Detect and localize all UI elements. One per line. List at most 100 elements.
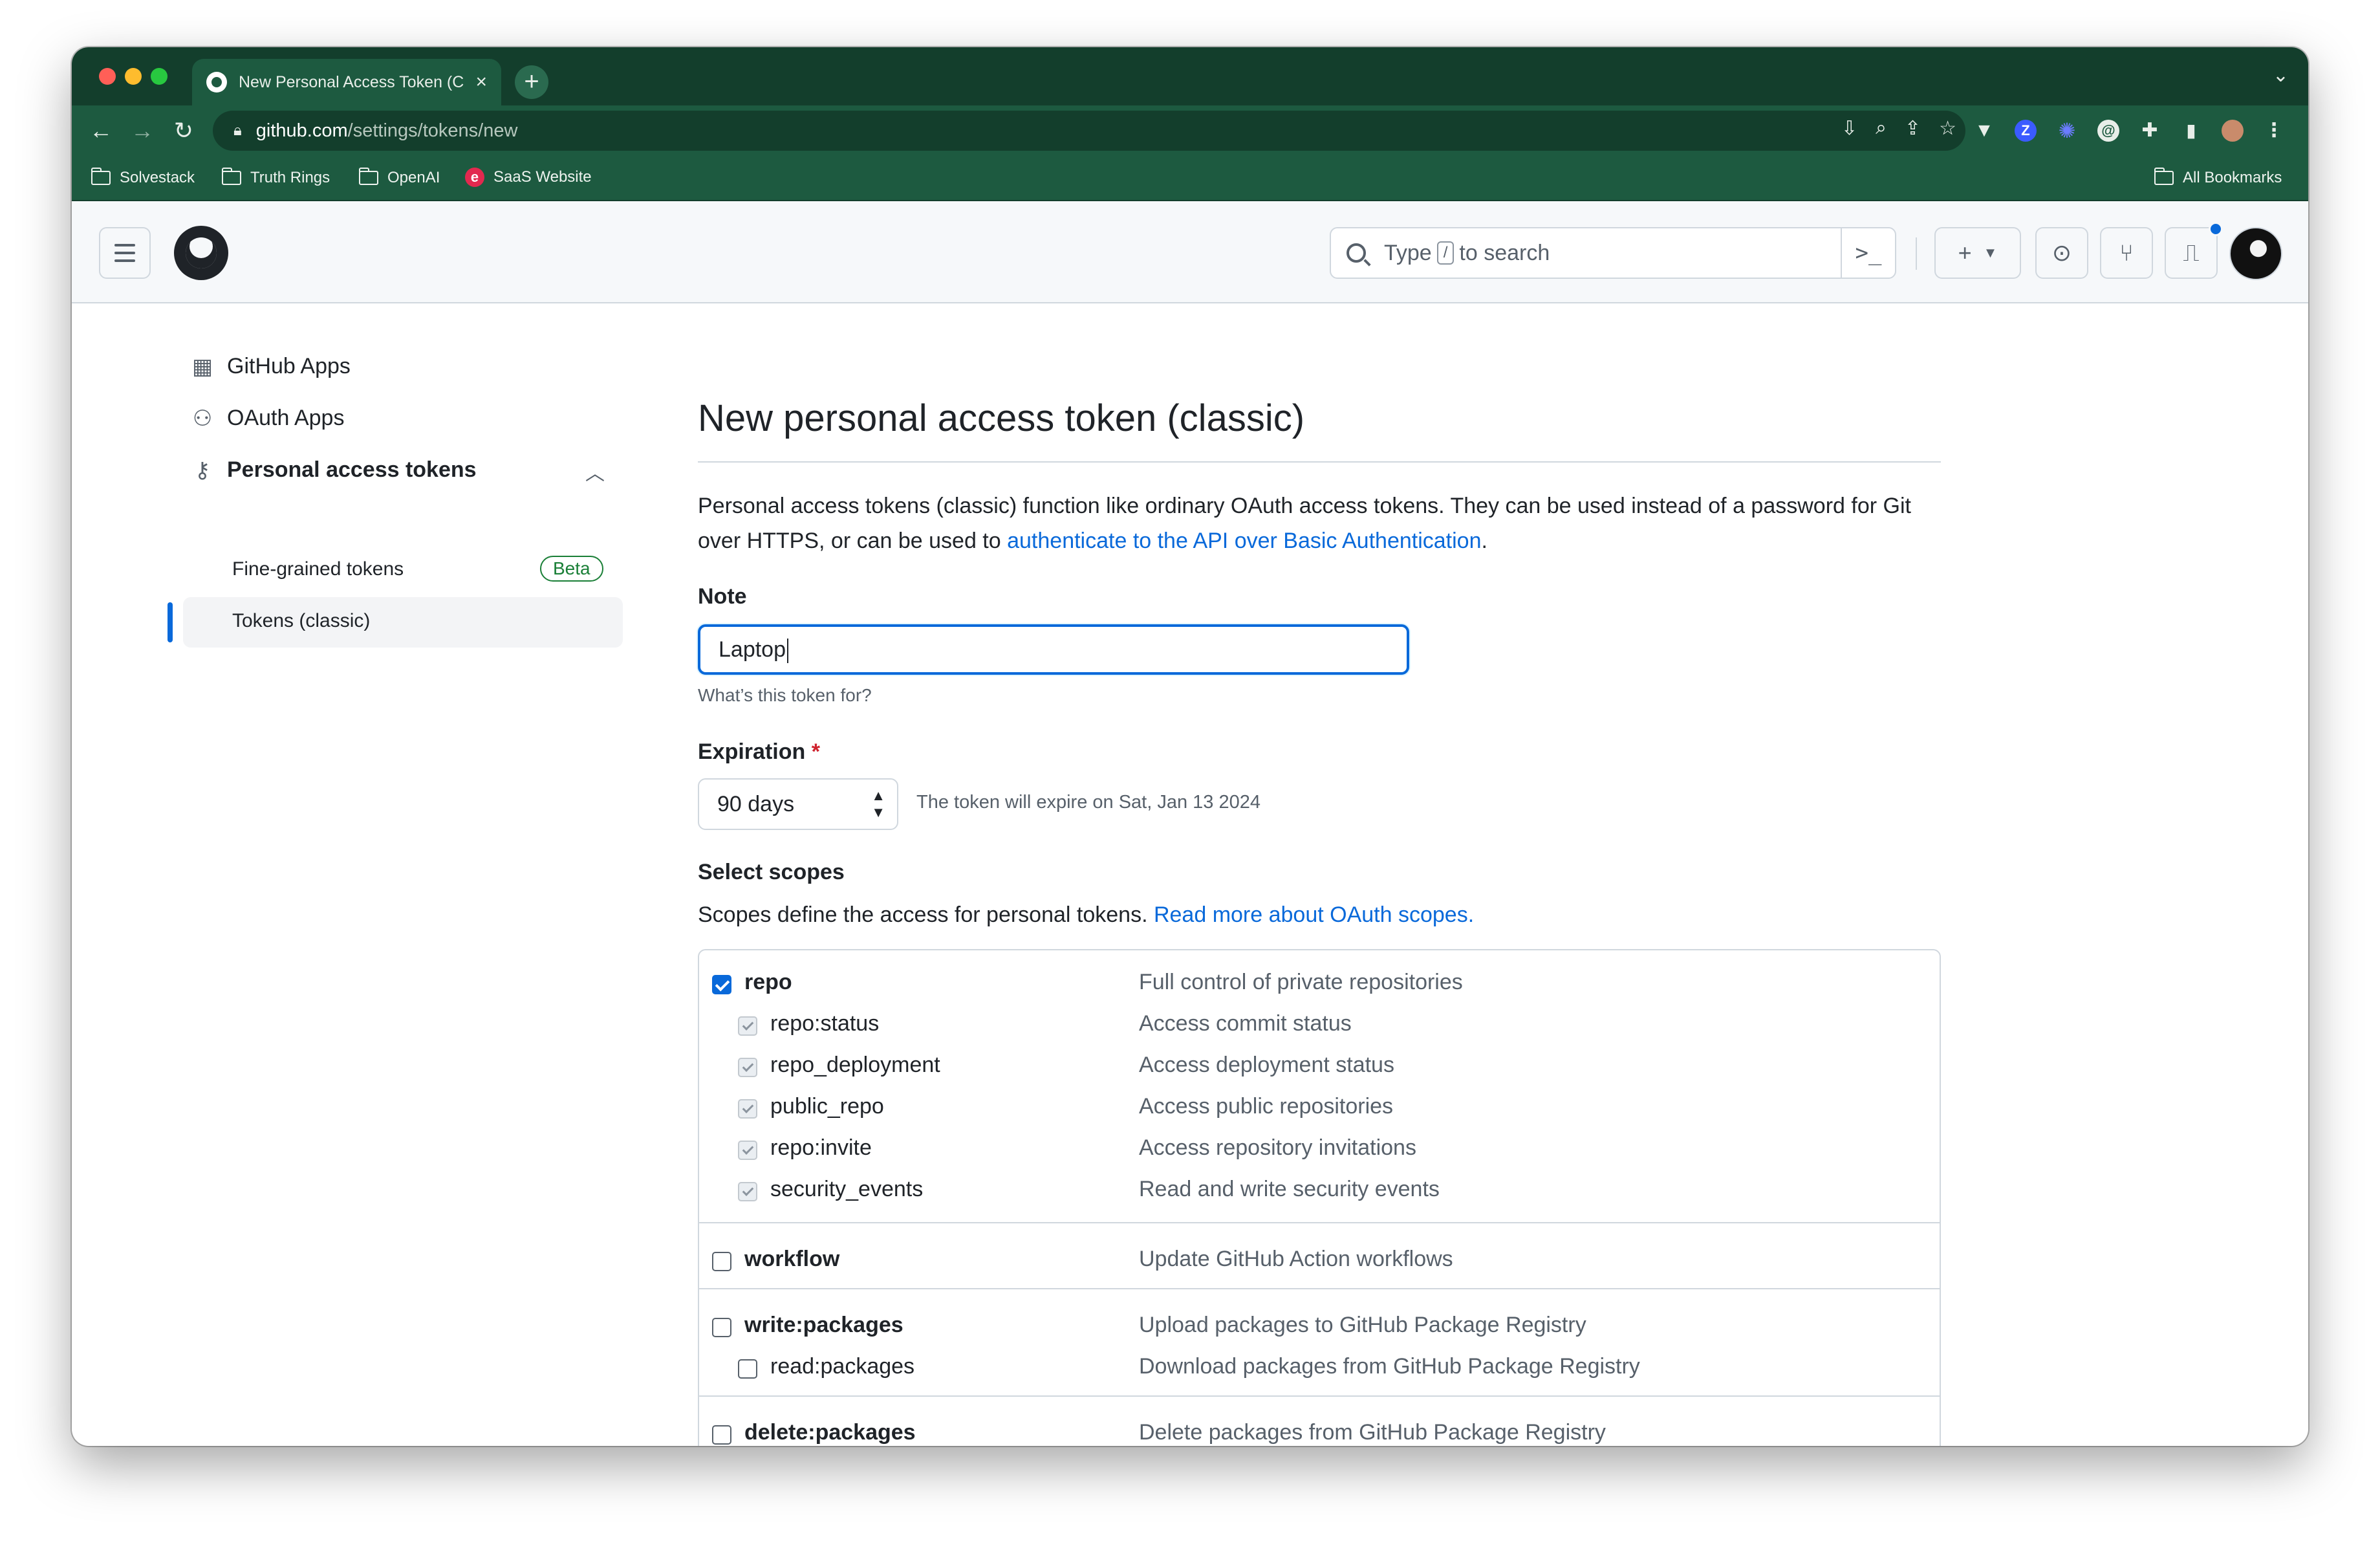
- sidepanel-icon[interactable]: ▮: [2180, 120, 2202, 142]
- notification-dot: [2209, 222, 2223, 236]
- scope-write-packages-name: write:packages: [744, 1313, 903, 1337]
- scope-divider: [699, 1222, 1940, 1223]
- share-icon[interactable]: ⇪: [1905, 117, 1921, 140]
- chevron-up-icon[interactable]: ︿: [585, 457, 605, 486]
- bookmark-solvestack[interactable]: Solvestack: [91, 168, 195, 187]
- sidebar-item-personal-access-tokens[interactable]: ⚷ Personal access tokens: [191, 457, 477, 483]
- scope-repo-checkbox[interactable]: [712, 975, 731, 994]
- scope-divider: [699, 1395, 1940, 1397]
- beta-badge: Beta: [540, 556, 603, 582]
- maximize-window-button[interactable]: [151, 68, 168, 85]
- chevron-down-icon: ▼: [1983, 245, 1998, 261]
- all-bookmarks[interactable]: All Bookmarks: [2154, 168, 2282, 187]
- scope-delete-packages-name: delete:packages: [744, 1420, 916, 1445]
- sidebar-item-github-apps[interactable]: ▦ GitHub Apps: [191, 354, 351, 379]
- bookmark-truth-rings[interactable]: Truth Rings: [222, 168, 330, 187]
- expiration-label: Expiration *: [698, 739, 820, 764]
- tab-search-chevron-icon[interactable]: ⌄: [2273, 64, 2289, 87]
- zoom-icon[interactable]: ⌕: [1876, 117, 1887, 140]
- basic-auth-link[interactable]: authenticate to the API over Basic Authe…: [1007, 529, 1481, 553]
- puzzle-extensions-icon[interactable]: ✚: [2139, 120, 2161, 142]
- folder-icon: [2154, 168, 2174, 185]
- scope-security-events-checkbox[interactable]: [738, 1182, 757, 1201]
- expiration-note: The token will expire on Sat, Jan 13 202…: [916, 792, 1260, 813]
- command-palette-icon[interactable]: >_: [1841, 228, 1895, 278]
- menu-button[interactable]: [99, 227, 151, 279]
- scope-security-events-name: security_events: [770, 1177, 924, 1201]
- folder-icon: [91, 168, 111, 185]
- key-icon: ⚷: [194, 457, 211, 483]
- scope-public-repo-desc: Access public repositories: [1139, 1094, 1394, 1119]
- bookmark-openai[interactable]: OpenAI: [359, 168, 440, 187]
- scope-read-packages-checkbox[interactable]: [738, 1359, 757, 1379]
- url-path: /settings/tokens/new: [347, 120, 518, 141]
- search-icon: [1347, 243, 1366, 263]
- scope-repo-name: repo: [744, 970, 792, 994]
- scope-read-packages-desc: Download packages from GitHub Package Re…: [1139, 1354, 1640, 1379]
- scope-repo-deployment-desc: Access deployment status: [1139, 1053, 1394, 1077]
- gear-extension-icon[interactable]: ✺: [2056, 120, 2078, 142]
- minimize-window-button[interactable]: [125, 68, 142, 85]
- close-window-button[interactable]: [99, 68, 116, 85]
- user-avatar[interactable]: [2229, 227, 2282, 280]
- profile-avatar[interactable]: [2222, 120, 2244, 142]
- browser-toolbar: ← → ↻ 🔒︎ github.com/settings/tokens/new …: [72, 105, 2308, 156]
- apps-grid-icon: ▦: [191, 354, 213, 379]
- pull-requests-button[interactable]: ⑂: [2100, 227, 2153, 279]
- scope-delete-packages-checkbox[interactable]: [712, 1425, 731, 1445]
- reload-icon[interactable]: ↻: [168, 115, 200, 147]
- folder-icon: [359, 168, 378, 185]
- tab-strip: New Personal Access Token (C × + ⌄: [72, 47, 2308, 105]
- scope-read-packages-name: read:packages: [770, 1354, 915, 1379]
- sidebar-item-oauth-apps[interactable]: ⚇ OAuth Apps: [191, 406, 345, 431]
- z-extension-icon[interactable]: Z: [2015, 120, 2037, 142]
- select-scopes-label: Select scopes: [698, 860, 845, 884]
- browser-tab-active[interactable]: New Personal Access Token (C ×: [192, 59, 501, 105]
- install-icon[interactable]: ⇩: [1841, 117, 1857, 140]
- web-extension-icon[interactable]: @: [2097, 120, 2119, 142]
- scopes-description: Scopes define the access for personal to…: [698, 902, 1475, 927]
- search-input[interactable]: Type / to search >_: [1330, 227, 1896, 279]
- scope-workflow-desc: Update GitHub Action workflows: [1139, 1247, 1453, 1271]
- bookmark-saas-website[interactable]: e SaaS Website: [465, 168, 592, 187]
- scope-write-packages-checkbox[interactable]: [712, 1318, 731, 1337]
- github-header: Type / to search >_ + ▼ ⊙ ⑂ ⎍: [72, 201, 2308, 303]
- title-divider: [698, 461, 1941, 463]
- pull-request-icon: ⑂: [2119, 239, 2134, 266]
- vimium-extension-icon[interactable]: ▼: [1973, 120, 1995, 142]
- scope-workflow-checkbox[interactable]: [712, 1252, 731, 1271]
- browser-menu-icon[interactable]: ⋮: [2263, 120, 2285, 142]
- oauth-scopes-link[interactable]: Read more about OAuth scopes.: [1154, 902, 1474, 927]
- scope-repo-desc: Full control of private repositories: [1139, 970, 1463, 994]
- scope-repo-invite-checkbox[interactable]: [738, 1141, 757, 1160]
- expiration-select[interactable]: 90 days ▲ ▼: [698, 778, 898, 830]
- required-asterisk: *: [811, 739, 820, 764]
- scope-repo-deployment-checkbox[interactable]: [738, 1058, 757, 1077]
- scope-write-packages-desc: Upload packages to GitHub Package Regist…: [1139, 1313, 1586, 1337]
- back-icon[interactable]: ←: [85, 115, 117, 147]
- issues-button[interactable]: ⊙: [2035, 227, 2088, 279]
- address-bar[interactable]: 🔒︎ github.com/settings/tokens/new ⇩ ⌕ ⇪ …: [213, 111, 1965, 151]
- note-input[interactable]: Laptop: [698, 624, 1409, 675]
- tab-close-icon[interactable]: ×: [475, 72, 487, 92]
- scope-public-repo-name: public_repo: [770, 1094, 884, 1119]
- sidebar-item-tokens-classic[interactable]: Tokens (classic): [232, 610, 370, 632]
- create-new-button[interactable]: + ▼: [1934, 227, 2021, 279]
- bookmarks-bar: Solvestack Truth Rings OpenAI e SaaS Web…: [72, 156, 2308, 201]
- forward-icon[interactable]: →: [126, 115, 158, 147]
- scope-repo-status-checkbox[interactable]: [738, 1016, 757, 1036]
- person-icon: ⚇: [192, 406, 213, 431]
- text-caret: [787, 639, 788, 664]
- scope-workflow-name: workflow: [744, 1247, 840, 1271]
- inbox-button[interactable]: ⎍: [2165, 222, 2223, 279]
- new-tab-button[interactable]: +: [515, 65, 548, 99]
- scope-repo-status-name: repo:status: [770, 1011, 880, 1036]
- scope-public-repo-checkbox[interactable]: [738, 1099, 757, 1119]
- select-arrows-icon: ▲ ▼: [871, 787, 885, 820]
- folder-icon: [222, 168, 241, 185]
- plus-icon: +: [1958, 239, 1972, 266]
- page-title: New personal access token (classic): [698, 397, 1305, 439]
- bookmark-star-icon[interactable]: ☆: [1939, 117, 1956, 140]
- sidebar-item-fine-grained-tokens[interactable]: Fine-grained tokens: [232, 558, 404, 580]
- github-logo-icon[interactable]: [174, 226, 228, 280]
